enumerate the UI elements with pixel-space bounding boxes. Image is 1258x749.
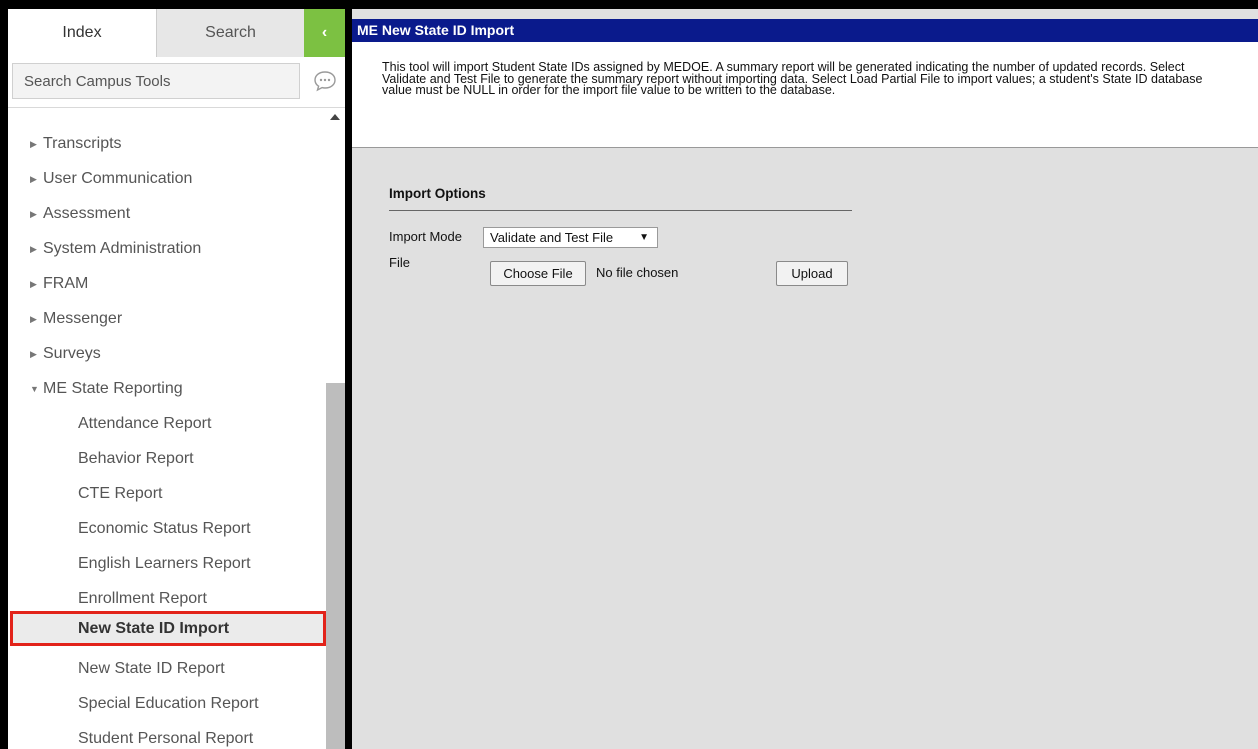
scroll-up-arrow-icon[interactable] xyxy=(330,114,340,120)
import-mode-value: Validate and Test File xyxy=(490,230,614,245)
tool-description: This tool will import Student State IDs … xyxy=(352,42,1258,148)
nav-category-surveys[interactable]: ▶ Surveys xyxy=(8,336,326,371)
import-options-heading: Import Options xyxy=(389,186,852,211)
upload-button[interactable]: Upload xyxy=(776,261,848,286)
nav-category-assessment[interactable]: ▶ Assessment xyxy=(8,196,326,231)
sidebar: Index Search ‹ ▶Transcripts ▶User Commun… xyxy=(8,9,345,749)
chat-bubble-icon[interactable] xyxy=(313,69,337,93)
search-row xyxy=(8,57,345,108)
nav-category-transcripts[interactable]: ▶ Transcripts xyxy=(8,126,326,161)
nav-category-system-administration[interactable]: ▶ System Administration xyxy=(8,231,326,266)
collapsed-arrow-icon: ▶ xyxy=(30,349,37,359)
nav-category-messenger[interactable]: ▶ Messenger xyxy=(8,301,326,336)
tab-index[interactable]: Index xyxy=(8,9,156,57)
collapsed-arrow-icon: ▶ xyxy=(30,209,37,219)
nav-item-attendance-report[interactable]: Attendance Report xyxy=(8,406,326,441)
collapsed-arrow-icon: ▶ xyxy=(30,139,37,149)
expanded-arrow-icon: ▼ xyxy=(30,384,39,394)
dropdown-arrow-icon: ▼ xyxy=(639,232,649,243)
tool-navigation-list: ▶ Transcripts ▶ User Communication ▶ Assess… xyxy=(8,109,326,749)
search-campus-tools-input[interactable] xyxy=(12,63,300,99)
app-frame: Index Search ‹ ▶Transcripts ▶User Commun… xyxy=(8,9,1258,749)
nav-category-fram[interactable]: ▶ FRAM xyxy=(8,266,326,301)
nav-item-cte-report[interactable]: CTE Report xyxy=(8,476,326,511)
collapsed-arrow-icon: ▶ xyxy=(30,314,37,324)
sidebar-tabbar: Index Search ‹ xyxy=(8,9,345,57)
import-options-section: Import Options Import Mode Validate and … xyxy=(352,148,1258,749)
nav-item-economic-status-report[interactable]: Economic Status Report xyxy=(8,511,326,546)
content-panel: ME New State ID Import This tool will im… xyxy=(345,9,1258,749)
tab-search[interactable]: Search xyxy=(156,9,304,57)
import-mode-select[interactable]: Validate and Test File ▼ xyxy=(483,227,658,248)
scrollbar-thumb[interactable] xyxy=(326,383,345,749)
collapsed-arrow-icon: ▶ xyxy=(30,244,37,254)
nav-item-english-learners-report[interactable]: English Learners Report xyxy=(8,546,326,581)
sidebar-scrollbar[interactable] xyxy=(326,109,345,749)
no-file-chosen-text: No file chosen xyxy=(596,265,679,280)
nav-item-student-personal-report[interactable]: Student Personal Report xyxy=(8,721,326,749)
page-title: ME New State ID Import xyxy=(352,19,1258,42)
nav-category-user-communication[interactable]: ▶ User Communication xyxy=(8,161,326,196)
collapse-sidebar-button[interactable]: ‹ xyxy=(304,9,345,57)
nav-item-new-state-id-report[interactable]: New State ID Report xyxy=(8,651,326,686)
import-mode-label: Import Mode xyxy=(389,229,462,244)
collapsed-arrow-icon: ▶ xyxy=(30,279,37,289)
description-text: This tool will import Student State IDs … xyxy=(382,60,1203,97)
choose-file-button[interactable]: Choose File xyxy=(490,261,586,286)
file-label: File xyxy=(389,255,410,270)
collapsed-arrow-icon: ▶ xyxy=(30,174,37,184)
nav-item-behavior-report[interactable]: Behavior Report xyxy=(8,441,326,476)
nav-item-special-education-report[interactable]: Special Education Report xyxy=(8,686,326,721)
nav-category-me-state-reporting[interactable]: ▼ ME State Reporting xyxy=(8,371,326,406)
nav-item-new-state-id-import[interactable]: New State ID Import xyxy=(10,611,326,646)
